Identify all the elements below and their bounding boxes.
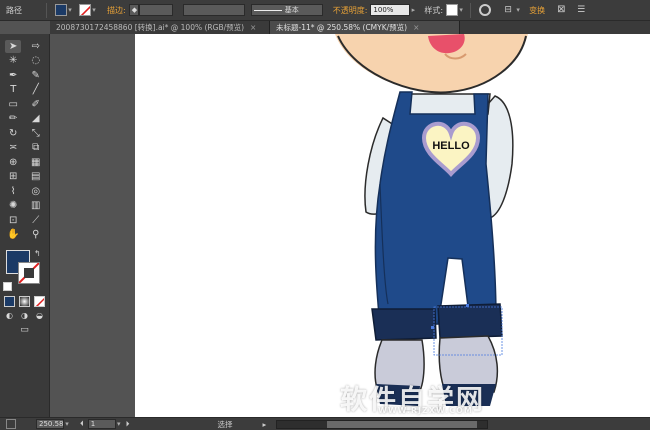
draw-behind-icon[interactable]: ◑ xyxy=(17,309,32,322)
tools-panel: ➤ ⇨ ✳ ◌ ✒ ✎ T ╱ ▭ ✐ ✏ ◢ ↻ ⤡ ≍ ⧉ ⊕ ▦ ⊞ ▤ ⌇ ◎ ✺ ▥ ⊡ ⟋ ✋… xyxy=(0,34,50,417)
zoom-level-input[interactable]: 250.58 xyxy=(36,419,64,429)
rectangle-tool-icon[interactable]: ▭ xyxy=(5,98,21,111)
stroke-color-swatch[interactable] xyxy=(79,4,91,16)
control-bar: 路径 ▾ ▾ 描边: ◆ 基本 不透明度: 100% ▸ 样式: ▾ ⊟ ▾ 变… xyxy=(0,0,650,21)
hand-tool-icon[interactable]: ✋ xyxy=(5,228,21,241)
shape-builder-tool-icon[interactable]: ⊕ xyxy=(5,156,21,169)
isolate-object-icon[interactable]: ⊠ xyxy=(557,4,569,16)
graphic-style-swatch[interactable] xyxy=(446,4,459,16)
pen-tool-icon[interactable]: ✒ xyxy=(5,69,21,82)
style-label: 样式: xyxy=(424,5,444,15)
stroke-preview-line xyxy=(253,9,282,11)
artboard-icon xyxy=(6,419,16,429)
close-tab-icon[interactable]: × xyxy=(413,23,419,32)
variable-width-profile[interactable] xyxy=(182,4,245,16)
stroke-weight-input[interactable] xyxy=(138,4,173,16)
gradient-tool-icon[interactable]: ▤ xyxy=(28,170,44,183)
zoom-dropdown-icon[interactable]: ▾ xyxy=(64,419,70,429)
current-tool-label: 选择 xyxy=(217,419,233,429)
panel-menu-icon[interactable]: ☰ xyxy=(577,4,589,16)
perspective-grid-tool-icon[interactable]: ▦ xyxy=(28,156,44,169)
stroke-weight-stepper[interactable]: ◆ xyxy=(128,4,139,16)
draw-normal-icon[interactable]: ◐ xyxy=(2,309,17,322)
opacity-label[interactable]: 不透明度: xyxy=(333,5,368,16)
character-illustration[interactable]: HELLO xyxy=(50,34,650,417)
horizontal-scrollbar[interactable] xyxy=(276,419,489,429)
stroke-label[interactable]: 描边: xyxy=(107,5,126,16)
eyedropper-tool-icon[interactable]: ⌇ xyxy=(5,185,21,198)
fill-color-swatch[interactable] xyxy=(55,4,67,16)
selection-type-label: 路径 xyxy=(6,5,22,15)
tab-label: 20087301724588​60 [转换].ai* @ 100% (RGB/预… xyxy=(56,23,245,32)
canvas-area[interactable]: HELLO 软件自学网 WWW.RJZXW.COM xyxy=(50,34,650,417)
eraser-tool-icon[interactable]: ◢ xyxy=(28,112,44,125)
direct-selection-tool-icon[interactable]: ⇨ xyxy=(28,40,44,53)
lasso-tool-icon[interactable]: ◌ xyxy=(28,54,44,67)
blend-tool-icon[interactable]: ◎ xyxy=(28,185,44,198)
paintbrush-tool-icon[interactable]: ✐ xyxy=(28,98,44,111)
tab-label: 未标题-11* @ 250.58% (CMYK/预览) xyxy=(276,23,408,32)
align-dropdown-icon[interactable]: ▾ xyxy=(515,4,521,16)
mesh-tool-icon[interactable]: ⊞ xyxy=(5,170,21,183)
divider xyxy=(46,2,47,18)
default-colors-icon[interactable] xyxy=(3,282,12,291)
recolor-artwork-icon[interactable] xyxy=(479,4,492,16)
pencil-tool-icon[interactable]: ✏ xyxy=(5,112,21,125)
none-mode-icon[interactable] xyxy=(34,295,45,307)
watermark-url: WWW.RJZXW.COM xyxy=(378,406,473,415)
screen-mode-icon[interactable]: ▭ xyxy=(17,324,33,337)
swap-colors-icon[interactable]: ↰ xyxy=(34,249,41,258)
color-mode-icon[interactable] xyxy=(4,295,15,307)
heart-text: HELLO xyxy=(432,140,470,152)
status-bar: 250.58 ▾ ⏴ 1 ▾ ⏵ 选择 ▸ xyxy=(0,417,650,430)
symbol-sprayer-tool-icon[interactable]: ✺ xyxy=(5,199,21,212)
selection-anchor[interactable] xyxy=(431,326,434,329)
artboard-tool-icon[interactable]: ⊡ xyxy=(5,214,21,227)
brush-definition-dropdown[interactable]: 基本 xyxy=(250,4,323,16)
align-icon[interactable]: ⊟ xyxy=(501,4,515,16)
fill-stroke-control: ↰ xyxy=(0,248,49,292)
selection-tool-icon[interactable]: ➤ xyxy=(5,39,22,53)
no-stroke-icon xyxy=(80,5,90,15)
transform-link[interactable]: 变换 xyxy=(529,5,545,16)
line-segment-tool-icon[interactable]: ╱ xyxy=(28,83,44,96)
stroke-style-label: 基本 xyxy=(284,6,299,14)
stroke-dropdown-icon[interactable]: ▾ xyxy=(91,4,97,16)
slice-tool-icon[interactable]: ⟋ xyxy=(28,214,44,227)
right-pant-cuff[interactable] xyxy=(437,303,503,339)
opacity-dropdown-icon[interactable]: ▸ xyxy=(410,4,416,16)
divider xyxy=(470,2,472,18)
close-tab-icon[interactable]: × xyxy=(250,23,256,32)
status-menu-icon[interactable]: ▸ xyxy=(263,420,267,429)
stroke-color-box[interactable] xyxy=(18,262,40,284)
left-pant-cuff[interactable] xyxy=(371,308,437,341)
artboard-dropdown-icon[interactable]: ▾ xyxy=(116,419,122,429)
style-dropdown-icon[interactable]: ▾ xyxy=(458,4,464,16)
fill-dropdown-icon[interactable]: ▾ xyxy=(67,4,73,16)
column-graph-tool-icon[interactable]: ▥ xyxy=(28,199,44,212)
document-tab-active[interactable]: 未标题-11* @ 250.58% (CMYK/预览) × xyxy=(270,21,460,34)
previous-artboard-icon[interactable]: ⏴ xyxy=(80,419,84,429)
zoom-tool-icon[interactable]: ⚲ xyxy=(28,228,44,241)
magic-wand-tool-icon[interactable]: ✳ xyxy=(5,54,21,67)
selection-anchor[interactable] xyxy=(466,304,469,307)
document-tab[interactable]: 20087301724588​60 [转换].ai* @ 100% (RGB/预… xyxy=(50,21,270,34)
free-transform-tool-icon[interactable]: ⧉ xyxy=(28,141,44,154)
opacity-input[interactable]: 100% xyxy=(370,4,411,16)
width-tool-icon[interactable]: ≍ xyxy=(5,141,21,154)
scale-tool-icon[interactable]: ⤡ xyxy=(28,127,44,140)
curvature-tool-icon[interactable]: ✎ xyxy=(28,69,44,82)
scrollbar-thumb[interactable] xyxy=(327,420,478,428)
document-tab-bar: 20087301724588​60 [转换].ai* @ 100% (RGB/预… xyxy=(50,21,650,34)
gradient-mode-icon[interactable] xyxy=(19,295,30,307)
rotate-tool-icon[interactable]: ↻ xyxy=(5,127,21,140)
next-artboard-icon[interactable]: ⏵ xyxy=(126,419,130,429)
artboard-number-input[interactable]: 1 xyxy=(87,419,116,429)
type-tool-icon[interactable]: T xyxy=(5,83,21,96)
draw-inside-icon[interactable]: ◒ xyxy=(32,309,47,322)
